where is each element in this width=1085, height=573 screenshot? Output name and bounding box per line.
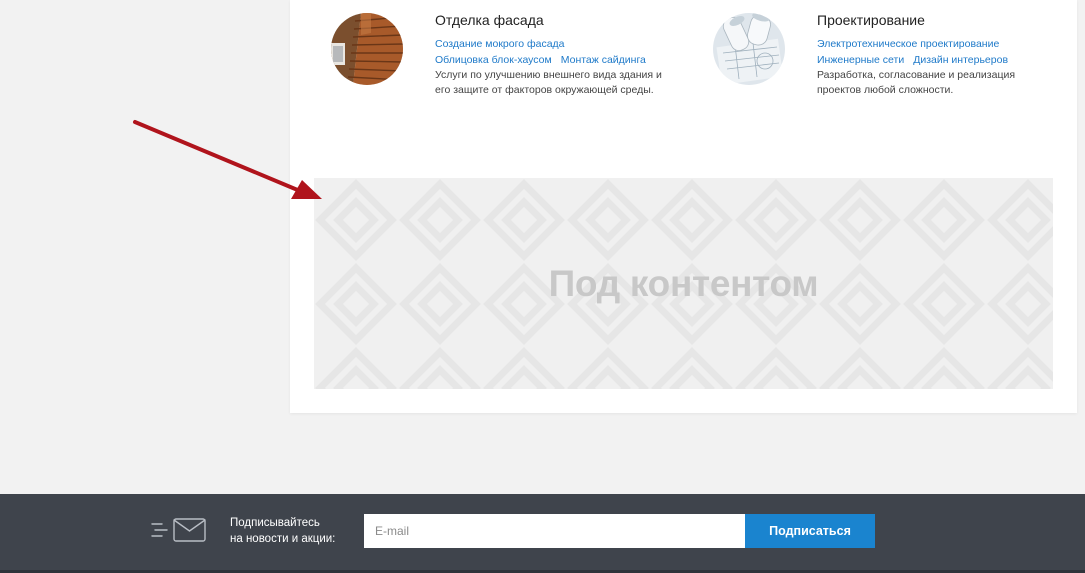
subscribe-text: Подписывайтесь на новости и акции:	[230, 517, 336, 545]
link-block-house[interactable]: Облицовка блок-хаусом	[435, 54, 552, 66]
link-electrical-design[interactable]: Электротехническое проектирование	[817, 38, 999, 50]
link-siding[interactable]: Монтаж сайдинга	[561, 54, 646, 66]
envelope-icon	[151, 518, 206, 542]
design-thumbnail[interactable]	[713, 13, 785, 85]
facade-thumbnail[interactable]	[331, 13, 403, 85]
link-wet-facade[interactable]: Создание мокрого фасада	[435, 38, 565, 50]
annotation-arrow-icon	[133, 120, 322, 199]
under-content-placeholder: Под контентом	[314, 178, 1053, 389]
service-title[interactable]: Проектирование	[817, 12, 925, 28]
service-description: Разработка, согласование и реализация пр…	[817, 69, 1016, 96]
service-description: Услуги по улучшению внешнего вида здания…	[435, 69, 662, 96]
service-title[interactable]: Отделка фасада	[435, 12, 544, 28]
email-input[interactable]	[364, 514, 745, 548]
subscribe-button[interactable]: Подписаться	[745, 514, 875, 548]
subscribe-footer: Подписывайтесь на новости и акции: Подпи…	[0, 494, 1085, 573]
placeholder-label: Под контентом	[548, 262, 819, 304]
link-interior-design[interactable]: Дизайн интерьеров	[913, 54, 1008, 66]
link-engineering-networks[interactable]: Инженерные сети	[817, 54, 904, 66]
